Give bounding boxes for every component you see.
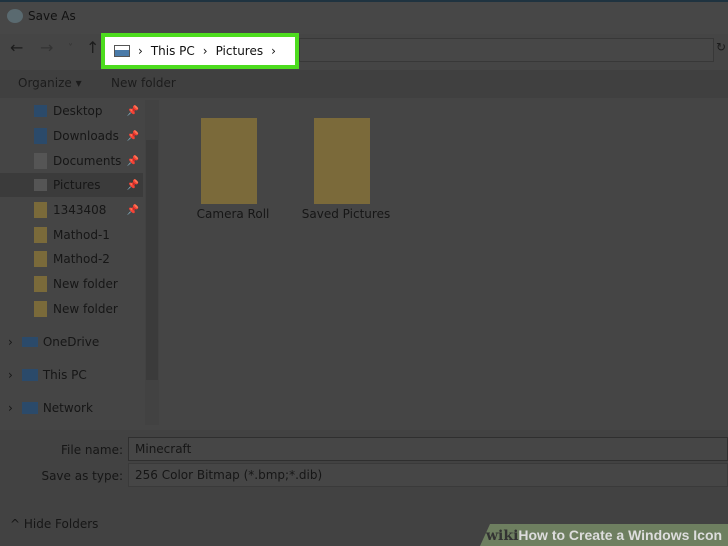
breadcrumb-pictures[interactable]: Pictures [216, 44, 264, 58]
pin-icon: 📌 [126, 105, 139, 117]
computer-icon [22, 369, 38, 381]
expand-chevron-icon: › [8, 368, 13, 382]
download-icon [34, 128, 47, 144]
file-name-label: File name: [61, 443, 123, 457]
sidebar-item-onedrive[interactable]: › OneDrive [0, 330, 143, 354]
window-title: Save As [28, 9, 76, 23]
navigation-pane: Desktop 📌 Downloads 📌 Documents 📌 Pictures 📌… [0, 98, 160, 428]
sidebar-item-network[interactable]: › Network [0, 396, 143, 420]
chevron-icon: › [138, 44, 143, 58]
sidebar-item-desktop[interactable]: Desktop 📌 [0, 99, 143, 123]
sidebar-item-downloads[interactable]: Downloads 📌 [0, 124, 143, 148]
sidebar-item-mathod-2[interactable]: Mathod-2 [0, 247, 143, 271]
expand-chevron-icon: › [8, 335, 13, 349]
onedrive-icon [22, 337, 38, 347]
hide-folders-button[interactable]: ^ Hide Folders [10, 517, 98, 531]
address-bar-rest[interactable] [299, 38, 714, 62]
pin-icon: 📌 [126, 155, 139, 167]
pin-icon: 📌 [126, 179, 139, 191]
chevron-up-icon: ^ [10, 517, 24, 531]
sidebar-item-new-folder-2[interactable]: New folder [0, 297, 143, 321]
pin-icon: 📌 [126, 130, 139, 142]
file-camera-roll[interactable]: Camera Roll [190, 207, 276, 221]
network-icon [22, 402, 38, 414]
file-name-input[interactable]: Minecraft [128, 437, 728, 461]
wikihow-watermark: wikiHow to Create a Windows Icon [480, 524, 728, 546]
breadcrumb-this-pc[interactable]: This PC [151, 44, 195, 58]
save-as-type-select[interactable]: 256 Color Bitmap (*.bmp;*.dib) [128, 463, 728, 487]
folder-icon [34, 276, 47, 292]
back-button[interactable]: ← [10, 38, 23, 57]
sidebar-item-mathod-1[interactable]: Mathod-1 [0, 223, 143, 247]
folder-icon [34, 251, 47, 267]
toolbar [0, 70, 728, 98]
folder-icon [34, 227, 47, 243]
save-as-type-label: Save as type: [41, 469, 123, 483]
chevron-icon: › [271, 44, 276, 58]
scrollbar-thumb[interactable] [146, 140, 158, 380]
up-button[interactable]: ↑ [86, 38, 99, 57]
pictures-icon [34, 179, 47, 191]
sidebar-item-documents[interactable]: Documents 📌 [0, 149, 143, 173]
recent-dropdown[interactable]: ˅ [68, 43, 73, 54]
folder-icon [34, 301, 47, 317]
pin-icon: 📌 [126, 204, 139, 216]
documents-icon [34, 153, 47, 169]
title-bar [0, 0, 728, 34]
organize-button[interactable]: Organize ▾ [18, 76, 82, 90]
chevron-icon: › [202, 44, 208, 58]
file-saved-pictures[interactable]: Saved Pictures [296, 207, 396, 221]
new-folder-button[interactable]: New folder [111, 76, 176, 90]
pictures-icon [114, 45, 130, 57]
sidebar-item-new-folder[interactable]: New folder [0, 272, 143, 296]
sidebar-item-this-pc[interactable]: › This PC [0, 363, 143, 387]
folder-icon [34, 202, 47, 218]
sidebar-item-1343408[interactable]: 1343408 📌 [0, 198, 143, 222]
paint-app-icon [7, 9, 23, 23]
expand-chevron-icon: › [8, 401, 13, 415]
desktop-icon [34, 105, 47, 117]
refresh-icon[interactable]: ↻ [716, 40, 726, 54]
folder-icon[interactable] [314, 118, 370, 204]
sidebar-item-pictures[interactable]: Pictures 📌 [0, 173, 143, 197]
forward-button[interactable]: → [40, 38, 53, 57]
address-bar[interactable]: › This PC › Pictures › [101, 33, 299, 69]
folder-icon[interactable] [201, 118, 257, 204]
